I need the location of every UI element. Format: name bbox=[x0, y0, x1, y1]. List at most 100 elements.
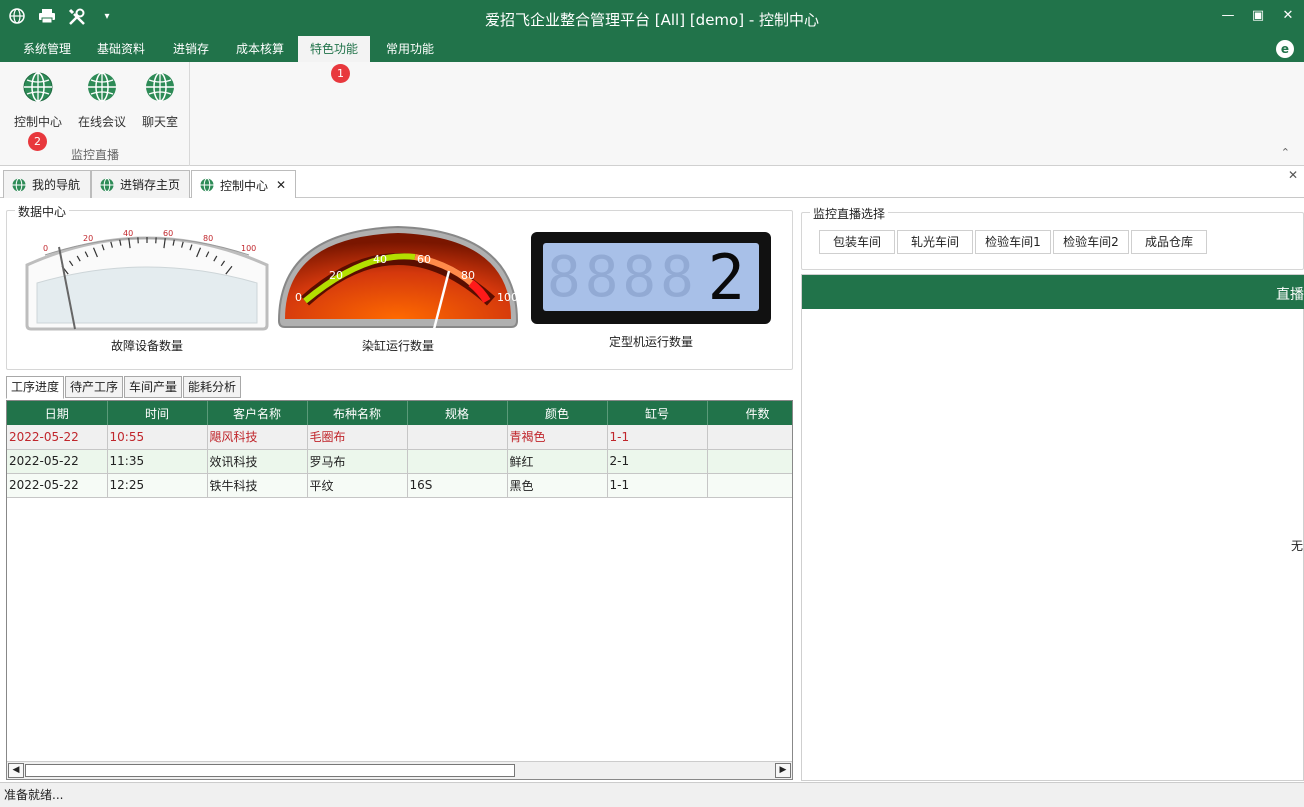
production-tabs: 工序进度 待产工序 车间产量 能耗分析 bbox=[6, 376, 242, 399]
table-cell bbox=[407, 425, 508, 450]
table-cell bbox=[407, 449, 508, 474]
online-meeting-label: 在线会议 bbox=[77, 115, 126, 129]
table-cell: 2022-05-22 bbox=[7, 425, 108, 450]
brand-logo-icon: e bbox=[1276, 40, 1294, 58]
table-cell: 1-1 bbox=[607, 473, 708, 498]
doc-tab-my-nav[interactable]: 我的导航 bbox=[3, 170, 91, 198]
column-header[interactable]: 日期 bbox=[7, 401, 108, 425]
globe-icon bbox=[100, 177, 114, 192]
title-bar: ▾ 爱招飞企业整合管理平台 [All] [demo] - 控制中心 — ▣ ✕ bbox=[0, 0, 1304, 36]
table-cell: 11:35 bbox=[107, 449, 208, 474]
status-bar: 准备就绪... bbox=[0, 782, 1304, 807]
gauge-tick-label: 100 bbox=[497, 291, 518, 304]
close-document-icon[interactable]: ✕ bbox=[1288, 168, 1298, 182]
column-header[interactable]: 规格 bbox=[407, 401, 508, 425]
tab-energy-analysis[interactable]: 能耗分析 bbox=[183, 376, 242, 398]
close-tab-icon[interactable]: ✕ bbox=[276, 178, 286, 192]
tab-pending-process[interactable]: 待产工序 bbox=[65, 376, 124, 398]
collapse-ribbon-icon[interactable]: ⌃ bbox=[1281, 146, 1290, 159]
ribbon-group-monitor: 控制中心 在线会议 聊天室 监控直播 2 bbox=[0, 62, 190, 166]
menu-tab-features[interactable]: 特色功能 bbox=[298, 36, 371, 62]
lcd-ghost-digits: 8888 bbox=[547, 245, 698, 310]
live-video-pane: 直播 无 bbox=[801, 274, 1304, 781]
gauge-tick-label: 0 bbox=[295, 291, 302, 304]
globe-icon bbox=[23, 72, 53, 102]
live-message: 无 bbox=[1290, 539, 1303, 553]
globe-icon bbox=[12, 177, 26, 192]
horizontal-scrollbar[interactable]: ◀ ▶ bbox=[7, 761, 792, 779]
process-grid: 日期 时间 客户名称 布种名称 规格 颜色 缸号 件数 2022-05-22 1… bbox=[6, 400, 793, 780]
status-text: 准备就绪... bbox=[4, 788, 64, 802]
table-cell: 10:55 bbox=[107, 425, 208, 450]
close-icon[interactable]: ✕ bbox=[1280, 8, 1296, 24]
table-cell: 16S bbox=[407, 473, 508, 498]
minimize-icon[interactable]: — bbox=[1220, 8, 1236, 24]
step-badge: 2 bbox=[28, 132, 47, 151]
gauge-tick-label: 80 bbox=[461, 269, 475, 282]
camera-inspection1-button[interactable]: 检验车间1 bbox=[975, 230, 1051, 254]
menu-tab-common[interactable]: 常用功能 bbox=[374, 36, 446, 62]
scroll-left-icon[interactable]: ◀ bbox=[8, 763, 24, 778]
column-header[interactable]: 颜色 bbox=[507, 401, 608, 425]
table-row[interactable]: 2022-05-22 10:55 飓风科技 毛圈布 青褐色 1-1 bbox=[7, 425, 792, 450]
column-header[interactable]: 时间 bbox=[107, 401, 208, 425]
table-row[interactable]: 2022-05-22 11:35 效讯科技 罗马布 鲜红 2-1 bbox=[7, 449, 792, 474]
table-cell: 飓风科技 bbox=[207, 425, 308, 450]
table-row[interactable]: 2022-05-22 12:25 铁牛科技 平纹 16S 黑色 1-1 bbox=[7, 473, 792, 498]
globe-icon bbox=[88, 72, 116, 102]
document-tabs: 我的导航 进销存主页 控制中心 ✕ ✕ bbox=[0, 166, 1304, 199]
maximize-icon[interactable]: ▣ bbox=[1250, 8, 1266, 24]
gauge-tick-label: 20 bbox=[83, 234, 93, 243]
gauge-tick-label: 0 bbox=[43, 244, 48, 253]
column-header[interactable]: 件数 bbox=[707, 401, 792, 425]
data-center-panel: 数据中心 0 20 40 60 80 100 故障设备数量 0 20 40 60… bbox=[6, 203, 793, 370]
column-header[interactable]: 布种名称 bbox=[307, 401, 408, 425]
gauge-tick-label: 20 bbox=[329, 269, 343, 282]
table-cell: 铁牛科技 bbox=[207, 473, 308, 498]
tab-process-progress[interactable]: 工序进度 bbox=[6, 376, 65, 399]
table-cell: 黑色 bbox=[507, 473, 608, 498]
menu-tab-system[interactable]: 系统管理 bbox=[11, 36, 83, 62]
fault-device-gauge: 0 20 40 60 80 100 bbox=[25, 229, 269, 331]
scrollbar-thumb[interactable] bbox=[25, 764, 515, 777]
doc-tab-inventory-home[interactable]: 进销存主页 bbox=[91, 170, 190, 198]
table-cell: 平纹 bbox=[307, 473, 408, 498]
menu-tab-basic-data[interactable]: 基础资料 bbox=[85, 36, 157, 62]
scroll-right-icon[interactable]: ▶ bbox=[775, 763, 791, 778]
dye-vat-gauge: 0 20 40 60 80 100 bbox=[277, 225, 519, 333]
menu-tab-inventory[interactable]: 进销存 bbox=[161, 36, 221, 62]
column-header-label: 件数 bbox=[745, 406, 770, 421]
doc-tab-label: 进销存主页 bbox=[120, 178, 181, 192]
online-meeting-button[interactable]: 在线会议 bbox=[74, 70, 130, 130]
data-center-title: 数据中心 bbox=[15, 203, 70, 220]
menu-bar: 系统管理 基础资料 进销存 成本核算 特色功能 常用功能 e bbox=[0, 36, 1304, 62]
live-header: 直播 bbox=[802, 275, 1304, 309]
doc-tab-label: 我的导航 bbox=[32, 178, 81, 192]
menu-tab-cost[interactable]: 成本核算 bbox=[224, 36, 296, 62]
gauge-tick-label: 60 bbox=[163, 229, 173, 238]
camera-warehouse-button[interactable]: 成品仓库 bbox=[1131, 230, 1207, 254]
control-center-button[interactable]: 控制中心 bbox=[10, 70, 66, 130]
gauge-tick-label: 40 bbox=[123, 229, 133, 238]
table-cell bbox=[707, 425, 792, 450]
fault-device-label: 故障设备数量 bbox=[110, 339, 183, 353]
window-controls: — ▣ ✕ bbox=[1220, 8, 1296, 24]
doc-tab-control-center[interactable]: 控制中心 ✕ bbox=[191, 170, 296, 199]
chat-room-label: 聊天室 bbox=[141, 115, 178, 129]
chat-room-button[interactable]: 聊天室 bbox=[132, 70, 188, 130]
step-badge: 1 bbox=[331, 64, 350, 83]
table-cell: 毛圈布 bbox=[307, 425, 408, 450]
camera-inspection2-button[interactable]: 检验车间2 bbox=[1053, 230, 1129, 254]
dye-vat-label: 染缸运行数量 bbox=[361, 339, 434, 353]
table-cell bbox=[707, 449, 792, 474]
doc-tab-label: 控制中心 bbox=[220, 178, 269, 193]
ribbon-group-label: 监控直播 bbox=[70, 148, 119, 162]
column-header[interactable]: 客户名称 bbox=[207, 401, 308, 425]
camera-packing-button[interactable]: 包装车间 bbox=[819, 230, 895, 254]
table-cell: 效讯科技 bbox=[207, 449, 308, 474]
column-header[interactable]: 缸号 bbox=[607, 401, 708, 425]
tab-workshop-output[interactable]: 车间产量 bbox=[124, 376, 183, 398]
lcd-value: 2 bbox=[707, 241, 745, 314]
camera-calender-button[interactable]: 轧光车间 bbox=[897, 230, 973, 254]
gauge-tick-label: 40 bbox=[373, 253, 387, 266]
